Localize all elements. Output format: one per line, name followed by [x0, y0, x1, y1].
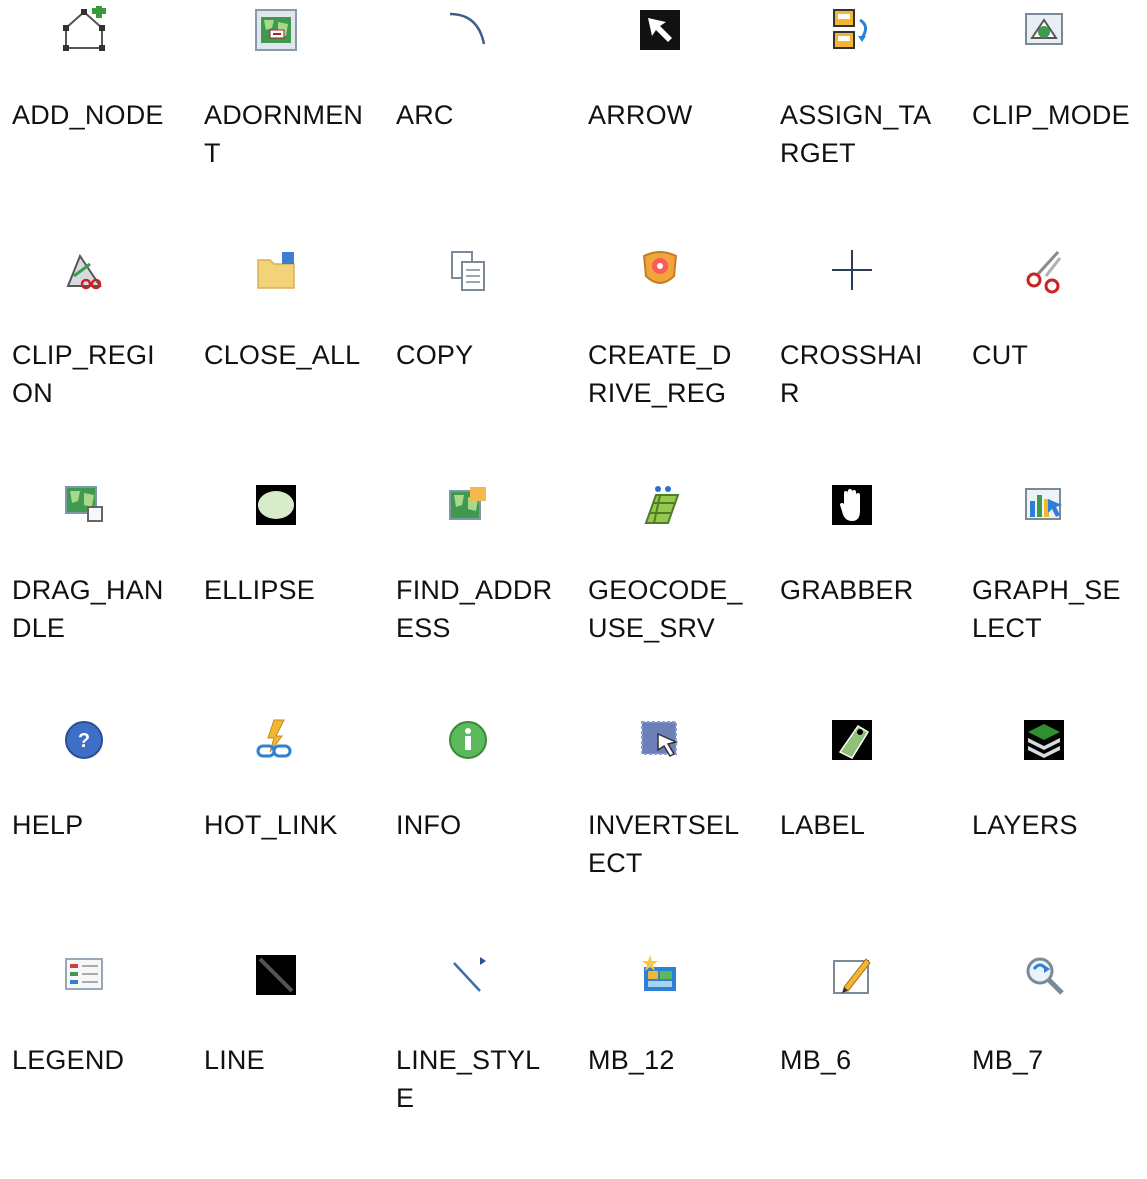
- ellipse-icon: [252, 481, 300, 529]
- icon-label: HOT_LINK: [204, 810, 338, 840]
- icon-label: GRABBER: [780, 575, 914, 605]
- icon-label: LINE_STYLE: [396, 1045, 541, 1113]
- icon-label: DRAG_HANDLE: [12, 575, 164, 643]
- icon-label: MB_7: [972, 1045, 1044, 1075]
- icon-cell-assign-target[interactable]: ASSIGN_TARGET: [768, 0, 960, 234]
- arc-icon: [444, 6, 492, 54]
- clip-mode-icon: [1020, 6, 1068, 54]
- icon-cell-mb-6[interactable]: MB_6: [768, 945, 960, 1179]
- icon-cell-mb-12[interactable]: MB_12: [576, 945, 768, 1179]
- icon-cell-layers[interactable]: LAYERS: [960, 710, 1147, 944]
- icon-label: GEOCODE_USE_SRV: [588, 575, 743, 643]
- icon-cell-grabber[interactable]: GRABBER: [768, 475, 960, 709]
- invertselect-icon: [636, 716, 684, 764]
- icon-cell-ellipse[interactable]: ELLIPSE: [192, 475, 384, 709]
- adornment-icon: [252, 6, 300, 54]
- icon-label: HELP: [12, 810, 84, 840]
- icon-cell-graph-select[interactable]: GRAPH_SELECT: [960, 475, 1147, 709]
- icon-gallery: ADD_NODE ADORNMENT ARC ARROW ASSIGN_TARG…: [0, 0, 1147, 1113]
- icon-label: MB_12: [588, 1045, 675, 1075]
- icon-label: CROSSHAIR: [780, 340, 923, 408]
- mb-7-icon: [1020, 951, 1068, 999]
- icon-cell-crosshair[interactable]: CROSSHAIR: [768, 240, 960, 474]
- icon-cell-find-address[interactable]: FIND_ADDRESS: [384, 475, 576, 709]
- icon-label: LEGEND: [12, 1045, 125, 1075]
- icon-label: CUT: [972, 340, 1029, 370]
- icon-cell-invertselect[interactable]: INVERTSELECT: [576, 710, 768, 944]
- icon-label: ARC: [396, 100, 454, 130]
- icon-cell-clip-mode[interactable]: CLIP_MODE: [960, 0, 1147, 234]
- icon-cell-geocode-use-srv[interactable]: GEOCODE_USE_SRV: [576, 475, 768, 709]
- icon-cell-arc[interactable]: ARC: [384, 0, 576, 234]
- layers-icon: [1020, 716, 1068, 764]
- icon-label: ELLIPSE: [204, 575, 315, 605]
- icon-label: ADD_NODE: [12, 100, 164, 130]
- icon-label: LABEL: [780, 810, 866, 840]
- icon-cell-line[interactable]: LINE: [192, 945, 384, 1179]
- icon-cell-arrow[interactable]: ARROW: [576, 0, 768, 234]
- grabber-icon: [828, 481, 876, 529]
- icon-cell-line-style[interactable]: LINE_STYLE: [384, 945, 576, 1179]
- geocode-use-srv-icon: [636, 481, 684, 529]
- graph-select-icon: [1020, 481, 1068, 529]
- arrow-icon: [636, 6, 684, 54]
- help-icon: ?: [60, 716, 108, 764]
- find-address-icon: [444, 481, 492, 529]
- icon-label: CREATE_DRIVE_REG: [588, 340, 732, 408]
- line-icon: [252, 951, 300, 999]
- drag-handle-icon: [60, 481, 108, 529]
- icon-label: INFO: [396, 810, 462, 840]
- icon-label: ADORNMENT: [204, 100, 364, 168]
- icon-label: GRAPH_SELECT: [972, 575, 1121, 643]
- legend-icon: [60, 951, 108, 999]
- line-style-icon: [444, 951, 492, 999]
- close-all-icon: [252, 246, 300, 294]
- icon-cell-hot-link[interactable]: HOT_LINK: [192, 710, 384, 944]
- create-drive-reg-icon: [636, 246, 684, 294]
- icon-cell-adornment[interactable]: ADORNMENT: [192, 0, 384, 234]
- icon-cell-drag-handle[interactable]: DRAG_HANDLE: [0, 475, 192, 709]
- icon-cell-copy[interactable]: COPY: [384, 240, 576, 474]
- info-icon: [444, 716, 492, 764]
- icon-cell-cut[interactable]: CUT: [960, 240, 1147, 474]
- icon-cell-label[interactable]: LABEL: [768, 710, 960, 944]
- icon-cell-create-drive-reg[interactable]: CREATE_DRIVE_REG: [576, 240, 768, 474]
- mb-12-icon: [636, 951, 684, 999]
- icon-cell-close-all[interactable]: CLOSE_ALL: [192, 240, 384, 474]
- svg-text:?: ?: [78, 730, 90, 752]
- icon-label: FIND_ADDRESS: [396, 575, 553, 643]
- icon-cell-add-node[interactable]: ADD_NODE: [0, 0, 192, 234]
- icon-label: INVERTSELECT: [588, 810, 740, 878]
- copy-icon: [444, 246, 492, 294]
- mb-6-icon: [828, 951, 876, 999]
- icon-cell-mb-7[interactable]: MB_7: [960, 945, 1147, 1179]
- icon-label: LAYERS: [972, 810, 1078, 840]
- icon-cell-clip-region[interactable]: CLIP_REGION: [0, 240, 192, 474]
- cut-icon: [1020, 246, 1068, 294]
- icon-label: CLIP_MODE: [972, 100, 1130, 130]
- icon-cell-legend[interactable]: LEGEND: [0, 945, 192, 1179]
- icon-label: ASSIGN_TARGET: [780, 100, 932, 168]
- icon-label: CLIP_REGION: [12, 340, 155, 408]
- icon-label: COPY: [396, 340, 474, 370]
- add-node-icon: [60, 6, 108, 54]
- clip-region-icon: [60, 246, 108, 294]
- icon-label: ARROW: [588, 100, 693, 130]
- icon-cell-help[interactable]: ? HELP: [0, 710, 192, 944]
- icon-label: CLOSE_ALL: [204, 340, 361, 370]
- label-icon: [828, 716, 876, 764]
- icon-label: MB_6: [780, 1045, 852, 1075]
- icon-cell-info[interactable]: INFO: [384, 710, 576, 944]
- icon-label: LINE: [204, 1045, 265, 1075]
- assign-target-icon: [828, 6, 876, 54]
- hot-link-icon: [252, 716, 300, 764]
- crosshair-icon: [828, 246, 876, 294]
